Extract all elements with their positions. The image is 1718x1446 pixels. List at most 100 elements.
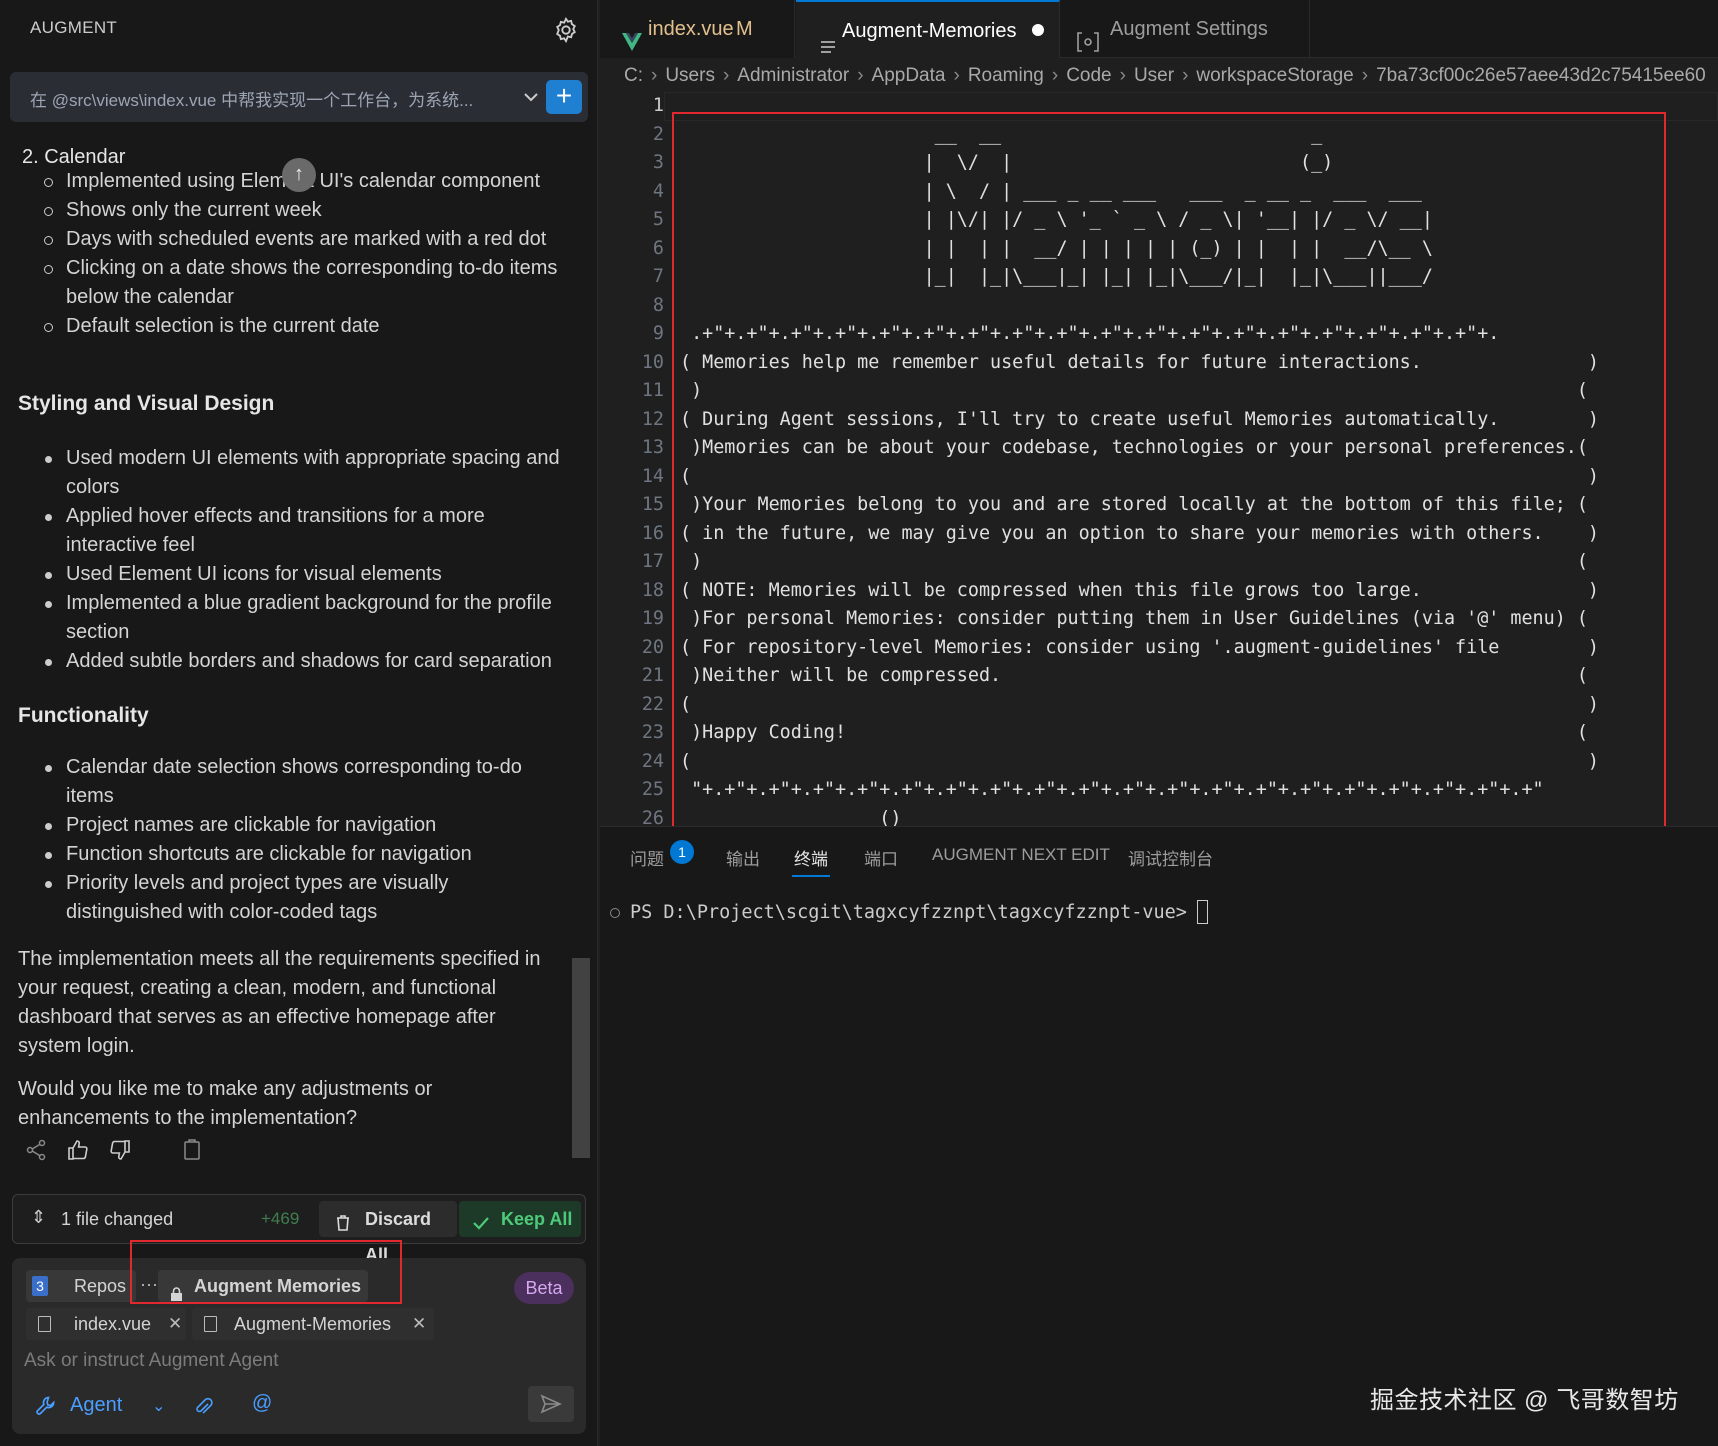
code-line[interactable]: "+.+"+.+"+.+"+.+"+.+"+.+"+.+"+.+"+.+"+.+… xyxy=(680,776,1700,805)
repos-label: Repos xyxy=(74,1276,127,1296)
breadcrumb-item[interactable]: AppData xyxy=(872,65,946,86)
code-line[interactable]: | \/ | (_) xyxy=(680,149,1700,178)
code-line[interactable]: ( NOTE: Memories will be compressed when… xyxy=(680,577,1700,606)
code-line[interactable]: | \ / | ___ _ __ ___ ___ _ __ _ ___ ___ xyxy=(680,178,1700,207)
code-line[interactable]: ( in the future, we may give you an opti… xyxy=(680,520,1700,549)
repos-count-badge: 3 xyxy=(32,1276,48,1296)
code-content[interactable]: __ __ _ | \/ | (_) | \ / | ___ _ __ ___ … xyxy=(680,92,1700,833)
code-line[interactable]: __ __ _ xyxy=(680,121,1700,150)
code-line[interactable]: )For personal Memories: consider putting… xyxy=(680,605,1700,634)
breadcrumb-item[interactable]: workspaceStorage xyxy=(1196,65,1353,86)
remove-context-close-icon[interactable]: ✕ xyxy=(168,1308,182,1340)
tab-augment-settings[interactable]: Augment Settings xyxy=(1060,0,1310,58)
code-editor[interactable]: 1 2 3 4 5 6 7 8 9 10 11 12 13 14 15 16 17 18 19 20 21 22 23 24 2… xyxy=(600,92,1718,829)
thumbs-down-icon[interactable] xyxy=(108,1138,134,1164)
tab-terminal[interactable]: 终端 xyxy=(792,845,830,877)
breadcrumb-item[interactable]: C: xyxy=(624,65,643,86)
tab-index-vue[interactable]: index.vue M xyxy=(600,0,795,58)
functionality-list: Calendar date selection shows correspond… xyxy=(0,753,560,927)
terminal-prompt-line[interactable]: PS D:\Project\scgit\tagxcyfzznpt\tagxcyf… xyxy=(610,900,1208,924)
context-file-chip[interactable]: index.vue ✕ xyxy=(26,1308,186,1340)
chevron-down-icon[interactable] xyxy=(520,86,542,108)
styling-list: Used modern UI elements with appropriate… xyxy=(0,444,560,676)
line-number: 16 xyxy=(641,522,664,544)
breadcrumb-item[interactable]: Roaming xyxy=(968,65,1044,86)
wrench-icon xyxy=(34,1394,58,1418)
code-line[interactable]: )Neither will be compressed. ( xyxy=(680,662,1700,691)
thumbs-up-icon[interactable] xyxy=(66,1138,92,1164)
list-item: Shows only the current week xyxy=(0,196,560,225)
share-icon[interactable] xyxy=(24,1138,50,1164)
code-line[interactable] xyxy=(680,292,1700,321)
tab-label: Augment Settings xyxy=(1110,18,1268,40)
code-line[interactable]: .+"+.+"+.+"+.+"+.+"+.+"+.+"+.+"+.+"+.+"+… xyxy=(680,320,1700,349)
list-item: Function shortcuts are clickable for nav… xyxy=(0,840,560,869)
code-line[interactable]: ( ) xyxy=(680,463,1700,492)
discard-all-button[interactable]: Discard All xyxy=(319,1201,457,1265)
chevron-down-icon: ⌄ xyxy=(152,1398,166,1415)
scroll-to-top-button[interactable]: ↑ xyxy=(282,158,316,192)
augment-memories-label: Augment Memories xyxy=(194,1276,362,1296)
chat-scrollbar[interactable] xyxy=(572,958,590,1158)
tab-ports[interactable]: 端口 xyxy=(864,845,898,870)
expand-collapse-icon[interactable]: ⇕ xyxy=(31,1207,46,1228)
line-number: 3 xyxy=(652,152,664,173)
breadcrumb-item[interactable]: Users xyxy=(665,65,715,86)
code-line[interactable]: | |\/| |/ _ \ '_ ` _ \ / _ \| '__| |/ _ … xyxy=(680,206,1700,235)
keep-all-button[interactable]: Keep All xyxy=(459,1201,581,1237)
code-line[interactable]: ( Memories help me remember useful detai… xyxy=(680,349,1700,378)
terminal-prompt: PS D:\Project\scgit\tagxcyfzznpt\tagxcyf… xyxy=(630,902,1187,923)
unsaved-dot-icon[interactable] xyxy=(1032,24,1044,36)
code-line[interactable]: )Memories can be about your codebase, te… xyxy=(680,434,1700,463)
code-line[interactable]: ) ( xyxy=(680,377,1700,406)
code-line[interactable]: ( ) xyxy=(680,691,1700,720)
changed-files-bar: ⇕ 1 file changed +469 Discard All Keep A… xyxy=(12,1194,586,1265)
list-item: Priority levels and project types are vi… xyxy=(0,869,560,927)
tab-output[interactable]: 输出 xyxy=(726,845,760,870)
augment-memories-chip[interactable]: Augment Memories xyxy=(158,1270,368,1302)
copy-icon[interactable] xyxy=(180,1138,206,1164)
code-line[interactable]: |_| |_|\___|_| |_| |_|\___/|_| |_|\___||… xyxy=(680,263,1700,292)
tab-augment-memories[interactable]: Augment-Memories xyxy=(796,0,1060,58)
breadcrumb-item[interactable]: Administrator xyxy=(737,65,849,86)
list-item: Used Element UI icons for visual element… xyxy=(0,560,560,589)
code-line[interactable]: ) ( xyxy=(680,548,1700,577)
code-line[interactable]: )Happy Coding! ( xyxy=(680,719,1700,748)
code-line[interactable] xyxy=(680,92,1700,121)
line-number: 19 xyxy=(641,608,664,629)
list-item: Calendar date selection shows correspond… xyxy=(0,753,560,811)
list-item: Clicking on a date shows the correspondi… xyxy=(0,254,560,312)
tab-problems[interactable]: 问题 xyxy=(630,845,664,870)
mention-at-icon[interactable]: @ xyxy=(252,1392,272,1415)
tab-augment-next-edit[interactable]: AUGMENT NEXT EDIT xyxy=(932,845,1110,865)
thread-prompt-selector[interactable]: 在 @src\views\index.vue 中帮我实现一个工作台，为系统...… xyxy=(10,72,588,122)
breadcrumb-item[interactable]: User xyxy=(1134,65,1174,86)
more-icon[interactable]: ··· xyxy=(140,1268,158,1300)
calendar-heading: 2. Calendar xyxy=(22,146,126,168)
line-number: 18 xyxy=(641,579,664,601)
tab-debug-console[interactable]: 调试控制台 xyxy=(1128,845,1213,870)
code-line[interactable]: ( During Agent sessions, I'll try to cre… xyxy=(680,406,1700,435)
remove-context-close-icon[interactable]: ✕ xyxy=(412,1308,426,1340)
breadcrumb-item[interactable]: 7ba73cf00c26e57aee43d2c75415ee60 xyxy=(1376,65,1706,86)
list-item: Used modern UI elements with appropriate… xyxy=(0,444,560,502)
agent-input-field[interactable]: Ask or instruct Augment Agent xyxy=(24,1350,279,1372)
breadcrumb-item[interactable]: Code xyxy=(1066,65,1111,86)
question-paragraph: Would you like me to make any adjustment… xyxy=(18,1078,433,1129)
context-file-chip[interactable]: Augment-Memories ✕ xyxy=(192,1308,434,1340)
code-line[interactable]: ( For repository-level Memories: conside… xyxy=(680,634,1700,663)
attach-paperclip-icon[interactable] xyxy=(192,1396,214,1418)
repos-chip[interactable]: 3 Repos ··· xyxy=(26,1270,158,1302)
code-line[interactable]: )Your Memories belong to you and are sto… xyxy=(680,491,1700,520)
code-line[interactable]: | | | | __/ | | | | | (_) | | | | __/\__… xyxy=(680,235,1700,264)
new-thread-button[interactable]: + xyxy=(546,80,582,114)
keep-all-label: Keep All xyxy=(501,1209,573,1229)
send-button[interactable] xyxy=(528,1386,574,1422)
line-number: 25 xyxy=(641,779,664,800)
augment-sidebar: AUGMENT 在 @src\views\index.vue 中帮我实现一个工作… xyxy=(0,0,598,1446)
code-line[interactable]: ( ) xyxy=(680,748,1700,777)
line-number: 21 xyxy=(641,665,664,686)
context-file-label: index.vue xyxy=(74,1314,152,1334)
line-number: 15 xyxy=(641,494,664,515)
settings-gear-icon[interactable] xyxy=(552,16,580,44)
